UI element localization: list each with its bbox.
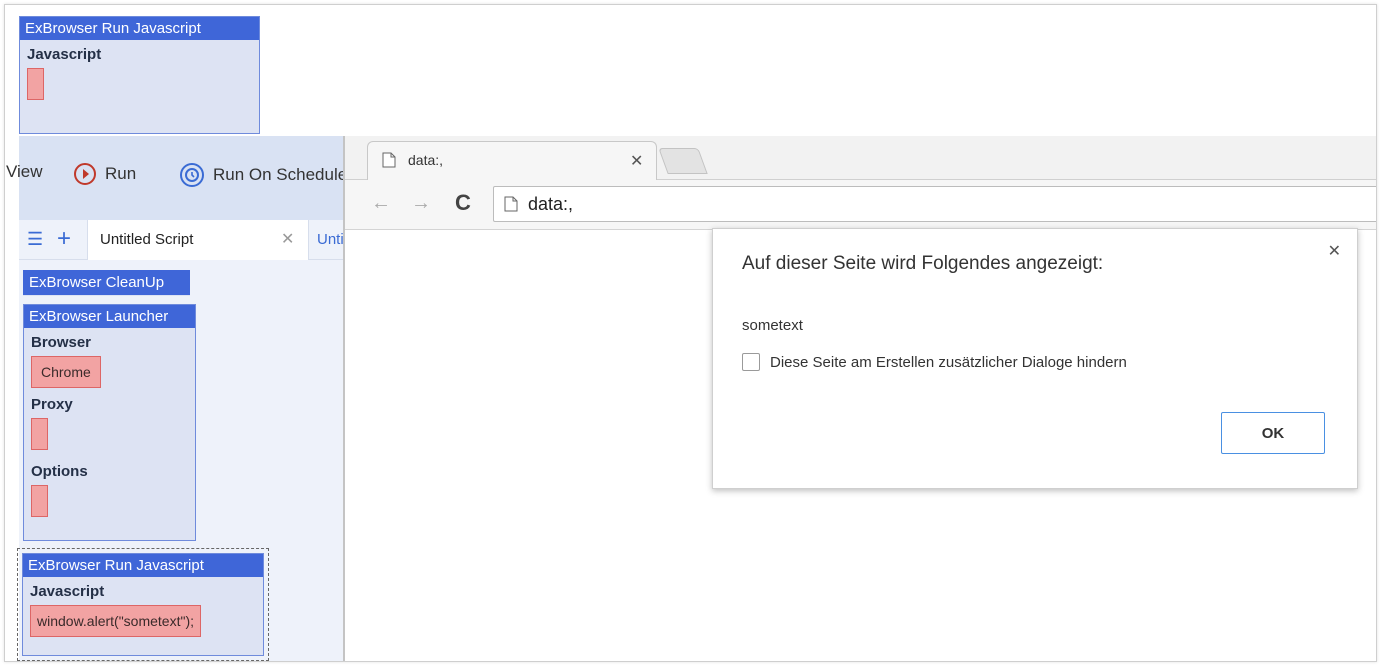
- block-title[interactable]: ExBrowser Run Javascript: [20, 17, 259, 40]
- javascript-label: Javascript: [27, 46, 102, 63]
- alert-dialog: Auf dieser Seite wird Folgendes angezeig…: [712, 228, 1358, 489]
- browser-tab-title: data:,: [408, 152, 444, 168]
- tab-untitled-script[interactable]: Untitled Script ✕: [87, 220, 309, 260]
- browser-label: Browser: [31, 334, 92, 351]
- page-icon: [504, 196, 518, 212]
- top-run-javascript-block[interactable]: ExBrowser Run Javascript Javascript: [19, 16, 260, 134]
- add-tab-icon[interactable]: +: [57, 225, 71, 253]
- schedule-icon: [180, 163, 204, 187]
- run-button[interactable]: Run: [73, 162, 136, 186]
- close-icon[interactable]: ✕: [1328, 241, 1341, 261]
- options-slot[interactable]: [31, 485, 48, 517]
- view-menu[interactable]: View: [6, 162, 43, 182]
- suppress-dialogs-checkbox[interactable]: [742, 353, 760, 371]
- proxy-label: Proxy: [31, 396, 73, 413]
- launcher-block[interactable]: ExBrowser Launcher Browser Chrome Proxy …: [23, 304, 196, 541]
- block-title[interactable]: ExBrowser CleanUp: [23, 270, 190, 295]
- run-javascript-block[interactable]: ExBrowser Run Javascript Javascript wind…: [22, 553, 264, 656]
- proxy-slot[interactable]: [31, 418, 48, 450]
- block-title[interactable]: ExBrowser Run Javascript: [23, 554, 263, 577]
- block-title[interactable]: ExBrowser Launcher: [24, 305, 195, 328]
- play-circle-icon: [74, 163, 96, 185]
- browser-navbar: ← → C data:,: [345, 180, 1376, 230]
- dialog-title: Auf dieser Seite wird Folgendes angezeig…: [742, 253, 1104, 274]
- address-bar[interactable]: data:,: [493, 186, 1376, 222]
- javascript-slot[interactable]: [27, 68, 44, 100]
- browser-tab[interactable]: data:, ✕: [367, 141, 657, 181]
- cleanup-block[interactable]: ExBrowser CleanUp: [23, 270, 190, 296]
- suppress-dialogs-label: Diese Seite am Erstellen zusätzlicher Di…: [770, 353, 1127, 371]
- close-tab-icon[interactable]: ✕: [281, 229, 294, 249]
- menu-icon[interactable]: ☰: [27, 229, 43, 250]
- tab-untitled-2[interactable]: Untitled: [317, 231, 345, 248]
- browser-tabstrip: data:, ✕: [345, 136, 1376, 181]
- javascript-code[interactable]: window.alert("sometext");: [30, 605, 201, 637]
- run-on-schedule-label: Run On Schedule: [213, 165, 348, 184]
- back-arrow-icon[interactable]: ←: [371, 192, 391, 215]
- address-text: data:,: [528, 193, 574, 214]
- run-label: Run: [105, 164, 137, 183]
- view-label: View: [6, 162, 43, 181]
- forward-arrow-icon[interactable]: →: [411, 192, 431, 215]
- run-on-schedule-button[interactable]: Run On Schedule: [179, 162, 347, 188]
- tab-label: Untitled Script: [100, 231, 194, 248]
- javascript-label: Javascript: [30, 583, 105, 600]
- toolbar: View Run Run On Schedule: [6, 136, 347, 220]
- page-icon: [382, 152, 396, 168]
- new-tab-button[interactable]: [658, 148, 708, 174]
- options-label: Options: [31, 463, 88, 480]
- browser-value[interactable]: Chrome: [31, 356, 101, 388]
- suppress-dialogs-option[interactable]: Diese Seite am Erstellen zusätzlicher Di…: [742, 353, 1127, 371]
- close-tab-icon[interactable]: ✕: [630, 151, 643, 171]
- reload-icon[interactable]: C: [455, 190, 471, 216]
- script-tabbar: ☰ + Untitled Script ✕ Untitled: [19, 220, 345, 260]
- screenshot-frame: ExBrowser Run Javascript Javascript View…: [4, 4, 1377, 662]
- dialog-message: sometext: [742, 317, 803, 334]
- ok-button[interactable]: OK: [1221, 412, 1325, 454]
